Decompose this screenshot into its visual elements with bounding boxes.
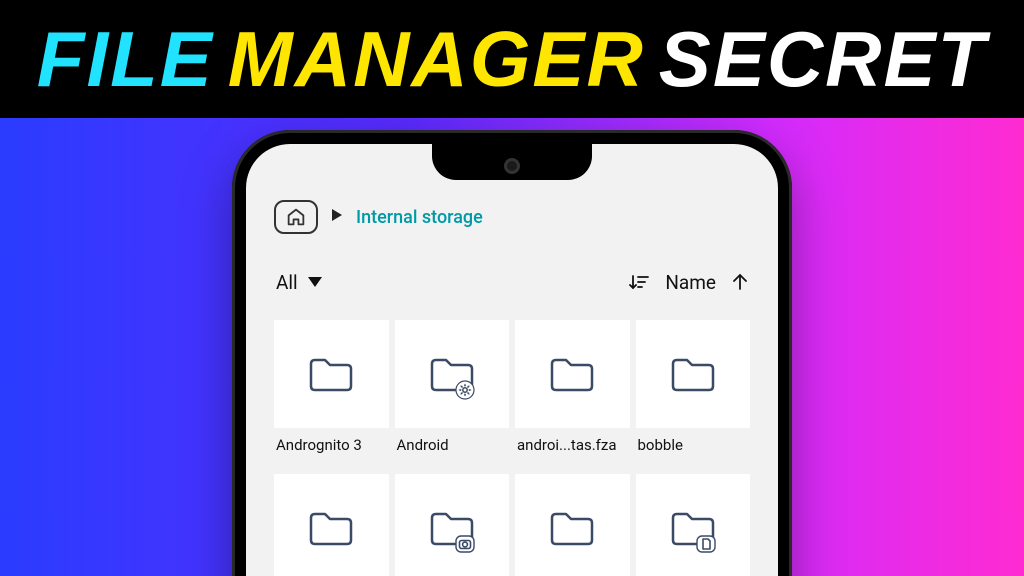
- folder-label: Android: [395, 428, 510, 468]
- sort-icon[interactable]: [629, 273, 649, 291]
- headline-word-3: SECRET: [659, 20, 987, 98]
- folder-label: bobble: [636, 428, 751, 468]
- sort-direction-up-icon[interactable]: [732, 273, 748, 291]
- breadcrumb-separator-icon: [332, 209, 342, 225]
- camera-badge-icon: [455, 534, 475, 554]
- folder-item[interactable]: Call: [274, 474, 389, 576]
- folder-icon: [274, 474, 389, 576]
- headline-word-2: MANAGER: [228, 20, 645, 98]
- breadcrumb-current[interactable]: Internal storage: [356, 207, 483, 228]
- folder-item[interactable]: DELTA: [515, 474, 630, 576]
- folder-grid: Andrognito 3Androidandroi...tas.fzabobbl…: [274, 320, 750, 576]
- doc-badge-icon: [696, 534, 716, 554]
- folder-item[interactable]: Documents: [636, 474, 751, 576]
- folder-icon: [395, 474, 510, 576]
- folder-icon: [515, 320, 630, 428]
- folder-icon: [274, 320, 389, 428]
- filter-dropdown[interactable]: All: [276, 271, 322, 294]
- folder-item[interactable]: DCIM: [395, 474, 510, 576]
- folder-item[interactable]: Android: [395, 320, 510, 468]
- folder-label: Andrognito 3: [274, 428, 389, 468]
- folder-label: androi...tas.fza: [515, 428, 630, 468]
- folder-icon: [395, 320, 510, 428]
- headline-word-1: FILE: [37, 20, 214, 98]
- breadcrumb[interactable]: Internal storage: [274, 200, 750, 234]
- folder-icon: [636, 474, 751, 576]
- front-camera: [504, 158, 520, 174]
- phone-frame: Internal storage All: [232, 130, 792, 576]
- gear-badge-icon: [455, 380, 475, 400]
- phone-notch: [432, 144, 592, 180]
- chevron-down-icon: [308, 277, 322, 287]
- folder-icon: [636, 320, 751, 428]
- folder-item[interactable]: androi...tas.fza: [515, 320, 630, 468]
- folder-icon: [515, 474, 630, 576]
- folder-item[interactable]: bobble: [636, 320, 751, 468]
- headline-banner: FILE MANAGER SECRET: [0, 0, 1024, 118]
- home-icon[interactable]: [274, 200, 318, 234]
- sort-field-label[interactable]: Name: [665, 271, 716, 294]
- filter-label: All: [276, 271, 298, 294]
- phone-screen: Internal storage All: [246, 144, 778, 576]
- folder-item[interactable]: Andrognito 3: [274, 320, 389, 468]
